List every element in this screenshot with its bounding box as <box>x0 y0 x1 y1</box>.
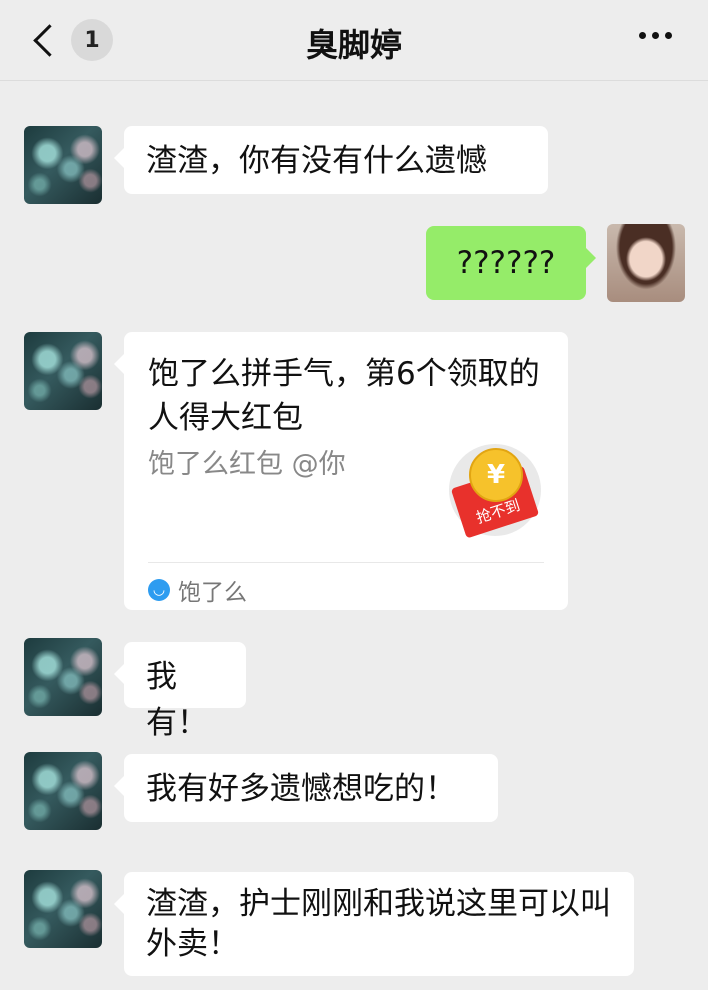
more-dots-icon <box>639 32 646 39</box>
message-bubble[interactable]: 渣渣，护士刚刚和我说这里可以叫外卖！ <box>114 872 634 976</box>
message-bubble[interactable]: 我有！ <box>114 642 246 741</box>
red-packet-icon: 抢不到 ¥ <box>449 444 541 539</box>
more-options-button[interactable] <box>639 32 672 39</box>
chat-title: 臭脚婷 <box>305 26 402 64</box>
contact-avatar[interactable] <box>24 638 102 716</box>
card-footer: ◡ 饱了么 <box>148 572 247 608</box>
contact-avatar[interactable] <box>24 870 102 948</box>
contact-avatar[interactable] <box>24 752 102 830</box>
chat-header: 1 臭脚婷 <box>0 0 708 81</box>
message-bubble[interactable]: 我有好多遗憾想吃的！ <box>114 754 498 822</box>
contact-avatar[interactable] <box>24 126 102 204</box>
app-logo-icon: ◡ <box>148 579 170 601</box>
card-divider <box>148 562 544 563</box>
red-packet-subtitle: 饱了么红包 @你 <box>148 449 346 480</box>
contact-avatar[interactable] <box>24 332 102 410</box>
coin-icon: ¥ <box>469 448 523 502</box>
red-packet-title: 饱了么拼手气，第6个领取的人得大红包 <box>148 356 540 436</box>
message-bubble[interactable]: 渣渣，你有没有什么遗憾 <box>114 126 548 194</box>
my-message-bubble[interactable]: ?????? <box>426 226 596 300</box>
red-packet-card[interactable]: 饱了么拼手气，第6个领取的人得大红包 饱了么红包 @你 抢不到 ¥ ◡ 饱了么 <box>114 332 568 610</box>
app-name: 饱了么 <box>178 580 247 606</box>
my-avatar[interactable] <box>607 224 685 302</box>
